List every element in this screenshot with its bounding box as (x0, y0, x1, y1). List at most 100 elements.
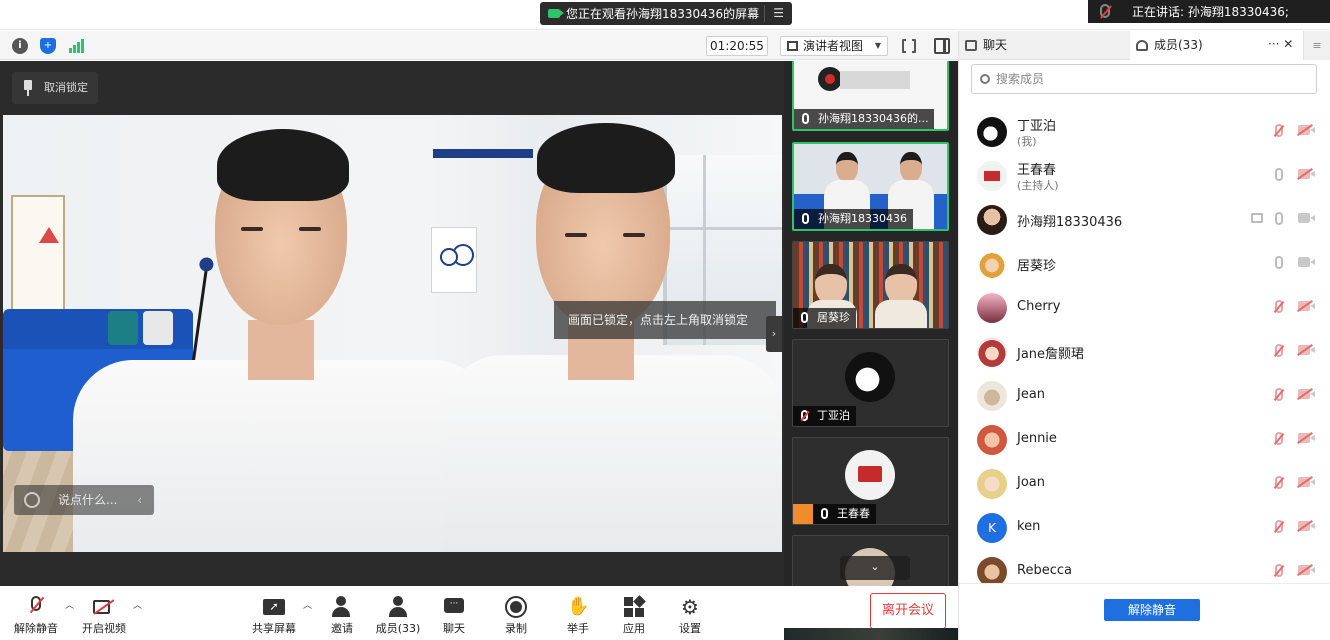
video-off-icon[interactable] (1298, 301, 1315, 311)
quick-reaction-input[interactable]: 说点什么... ‹ (14, 485, 154, 515)
share-screen-label: 共享屏幕 (252, 622, 296, 635)
more-options-icon[interactable]: ··· (1268, 37, 1279, 51)
record-label: 录制 (505, 622, 527, 635)
video-off-icon[interactable] (1298, 389, 1315, 399)
tile-name-bar: 居葵珍 (793, 308, 856, 328)
close-icon[interactable]: ✕ (1283, 37, 1293, 51)
invite-button[interactable]: 邀请 (310, 596, 374, 638)
microphone-icon[interactable] (1275, 168, 1283, 181)
settings-button[interactable]: ⚙ 设置 (658, 596, 722, 638)
microphone-muted-icon[interactable] (1275, 344, 1283, 357)
list-item[interactable]: Jennie (959, 417, 1330, 461)
leave-meeting-button[interactable]: 离开会议 (870, 593, 946, 629)
network-signal-icon[interactable] (68, 38, 84, 54)
screen-thumbnail (818, 67, 842, 91)
member-role: (主持人) (1017, 179, 1059, 192)
microphone-muted-icon[interactable] (1275, 564, 1283, 577)
gear-icon: ⚙ (681, 595, 699, 619)
screen-share-banner[interactable]: 您正在观看孙海翔18330436的屏幕 ☰ (540, 2, 792, 25)
gallery-tile[interactable]: 丁亚泊 (792, 339, 949, 427)
gallery-tile[interactable]: 孙海翔18330436的... (792, 61, 949, 131)
video-off-icon[interactable] (1298, 477, 1315, 487)
tab-chat[interactable]: 聊天 (959, 31, 1129, 60)
microphone-muted-icon[interactable] (1275, 520, 1283, 533)
add-person-icon (331, 596, 353, 618)
unmute-all-button[interactable]: 解除静音 (1104, 599, 1200, 621)
start-video-button[interactable]: 开启视频 ︿ (72, 596, 142, 638)
main-video-area[interactable]: 取消锁定 说点什么... ‹ 画面已锁定，点击左上角取消锁定 › (0, 61, 784, 586)
list-item[interactable]: 居葵珍 (959, 241, 1330, 285)
view-mode-label: 演讲者视图 (803, 39, 864, 53)
microphone-muted-icon[interactable] (1275, 432, 1283, 445)
list-item[interactable]: Rebecca (959, 549, 1330, 583)
menu-list-icon[interactable]: ☰ (773, 6, 784, 20)
microphone-muted-icon[interactable] (1275, 388, 1283, 401)
unlock-video-button[interactable]: 取消锁定 (12, 72, 98, 104)
member-search-input[interactable]: 搜索成员 (971, 64, 1317, 94)
members-label: 成员(33) (375, 622, 421, 635)
video-off-icon[interactable] (1298, 565, 1315, 575)
video-off-icon[interactable] (1298, 257, 1315, 267)
video-off-icon[interactable] (1298, 433, 1315, 443)
tile-name-bar: 丁亚泊 (793, 406, 856, 426)
member-name: Cherry (1017, 299, 1061, 314)
gallery-scroll-down-button[interactable]: ⌄ (840, 556, 910, 580)
list-item[interactable]: K ken (959, 505, 1330, 549)
panel-menu-icon[interactable]: ≡ (1303, 31, 1330, 60)
member-list[interactable]: 丁亚泊 (我) 王春春 (主持人) 孙海翔18330436 居葵珍 Cherry… (959, 109, 1330, 583)
video-off-icon[interactable] (1298, 521, 1315, 531)
background-artwork (11, 195, 65, 311)
list-item[interactable]: 孙海翔18330436 (959, 197, 1330, 241)
raise-hand-icon: ✋ (567, 596, 590, 617)
apps-button[interactable]: 应用 (602, 595, 666, 638)
microphone-muted-icon (1100, 4, 1110, 18)
video-off-icon[interactable] (1298, 213, 1315, 223)
tab-chat-label: 聊天 (983, 38, 1008, 52)
video-camera-icon (548, 9, 564, 18)
list-item[interactable]: 王春春 (主持人) (959, 153, 1330, 197)
view-mode-select[interactable]: 演讲者视图 ▼ (780, 36, 888, 56)
tab-members-label: 成员(33) (1154, 38, 1203, 52)
video-off-icon[interactable] (1298, 169, 1315, 179)
gallery-tile[interactable]: 居葵珍 (792, 241, 949, 329)
microphone-muted-icon[interactable] (1275, 124, 1283, 137)
microphone-icon[interactable] (1275, 256, 1283, 269)
layout-toggle-icon[interactable] (934, 38, 950, 54)
list-item[interactable]: Jean (959, 373, 1330, 417)
video-off-icon[interactable] (1298, 345, 1315, 355)
unmute-button[interactable]: 解除静音 ︿ (4, 596, 74, 638)
list-item[interactable]: 丁亚泊 (我) (959, 109, 1330, 153)
member-name: Jennie (1017, 431, 1057, 446)
active-speaker-text: 正在讲话: 孙海翔18330436; (1132, 5, 1289, 19)
background-artwork (431, 227, 477, 293)
avatar (977, 161, 1007, 191)
record-button[interactable]: 录制 (484, 596, 548, 638)
dropdown-arrow-icon: ▼ (874, 41, 881, 50)
list-item[interactable]: Joan (959, 461, 1330, 505)
members-button[interactable]: 成员(33) (366, 596, 430, 638)
share-screen-button[interactable]: ➚ 共享屏幕 ︿ (242, 596, 312, 638)
chevron-up-icon[interactable]: ︿ (133, 598, 142, 611)
list-item[interactable]: Jane詹颢珺 (959, 329, 1330, 373)
microphone-muted-icon[interactable] (1275, 476, 1283, 489)
member-name: 丁亚泊 (1017, 119, 1057, 134)
security-shield-icon[interactable]: + (40, 38, 56, 54)
chat-button[interactable]: ··· 聊天 (422, 596, 486, 638)
sofa-cushion (143, 311, 173, 345)
fullscreen-icon[interactable] (902, 38, 916, 54)
microphone-icon (802, 213, 809, 224)
list-item[interactable]: Cherry (959, 285, 1330, 329)
video-off-icon[interactable] (1298, 125, 1315, 135)
tile-name: 孙海翔18330436的... (818, 112, 929, 125)
gallery-tile[interactable]: 王春春 (792, 437, 949, 525)
microphone-muted-icon[interactable] (1275, 300, 1283, 313)
microphone-icon[interactable] (1275, 212, 1283, 225)
gallery-tile[interactable]: 孙海翔18330436 (792, 142, 949, 231)
background-strip (784, 628, 974, 640)
raise-hand-button[interactable]: ✋ 举手 (546, 596, 610, 638)
tile-name: 丁亚泊 (817, 409, 850, 422)
collapse-gallery-button[interactable]: › (766, 316, 782, 352)
info-icon[interactable]: i (12, 38, 28, 54)
participant-gallery[interactable]: 孙海翔18330436的... 孙海翔18330436 居葵珍 丁亚泊 王春春 (784, 61, 958, 586)
chevron-left-icon[interactable]: ‹ (137, 485, 142, 515)
